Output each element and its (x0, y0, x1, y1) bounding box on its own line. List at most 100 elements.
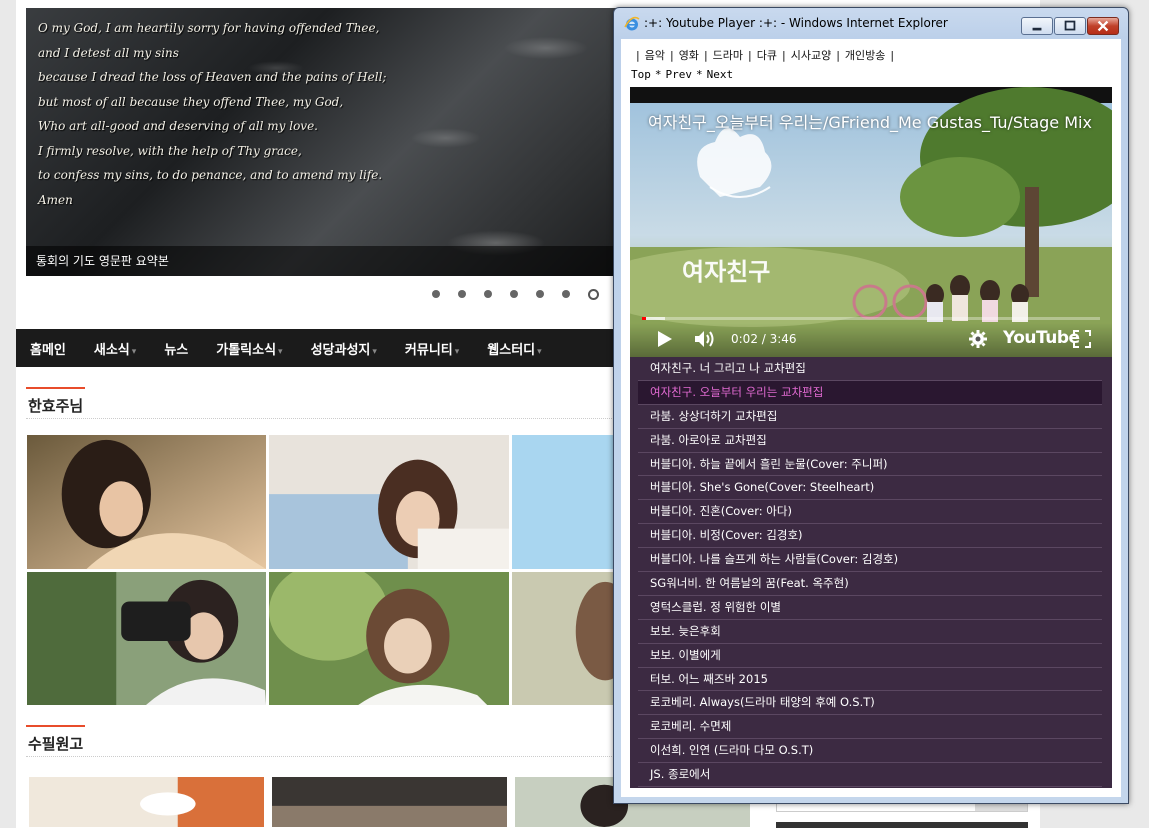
category-music[interactable]: 음악 (645, 49, 665, 62)
essay-thumbnail[interactable] (28, 776, 265, 828)
nav-label: 홈메인 (30, 342, 66, 358)
fullscreen-icon[interactable] (1073, 330, 1091, 348)
gallery-photo[interactable] (511, 571, 616, 706)
nav-item-news[interactable]: 뉴스 (150, 339, 202, 358)
playlist-item[interactable]: 터보. 어느 째즈바 2015 (638, 668, 1102, 692)
category-drama[interactable]: 드라마 (713, 49, 743, 62)
chevron-down-icon: ▾ (131, 346, 137, 357)
nav-star: * (654, 68, 662, 81)
nav-item-churches[interactable]: 성당과성지 ▾ (297, 339, 391, 358)
section-divider (26, 418, 616, 419)
prayer-line: to confess my sins, to do penance, and t… (38, 168, 383, 182)
menu-separator: | (703, 49, 708, 62)
chevron-down-icon: ▾ (278, 346, 283, 357)
menu-separator: | (636, 49, 640, 62)
playlist-item[interactable]: 로코베리. 수면제 (638, 715, 1102, 740)
menu-separator: | (669, 49, 674, 62)
sidebar-image (776, 822, 1028, 828)
video-title[interactable]: 여자친구_오늘부터 우리는/GFriend_Me Gustas_Tu/Stage… (648, 109, 1092, 133)
top-link[interactable]: Top (631, 68, 651, 81)
slider-dot[interactable] (432, 290, 440, 298)
player-controls: 0:02 / 3:46 YouTube (630, 323, 1112, 357)
playlist-item[interactable]: 버블디아. She's Gone(Cover: Steelheart) (638, 476, 1102, 501)
category-menu: | 음악 | 영화 | 드라마 | 다큐 | 시사교양 | 개인방송 | (631, 47, 899, 63)
playlist-item[interactable]: JS. 종로에서 (638, 763, 1102, 788)
prayer-line: and I detest all my sins (38, 45, 179, 60)
playlist-item[interactable]: 여자친구. 너 그리고 나 교차편집 (638, 357, 1102, 381)
slider-dot[interactable] (484, 290, 492, 298)
playlist-item[interactable]: 라붐. 상상더하기 교차편집 (638, 405, 1102, 429)
maximize-icon (1064, 20, 1076, 31)
playlist-item[interactable]: 버블디아. 하늘 끝에서 흘린 눈물(Cover: 주니퍼) (638, 453, 1102, 477)
menu-separator: | (890, 49, 895, 62)
playlist-item[interactable]: 보보. 이별에게 (638, 644, 1102, 668)
slider-dot[interactable] (562, 290, 570, 298)
prayer-line: because I dread the loss of Heaven and t… (38, 70, 387, 84)
playlist-item[interactable]: 로코베리. Always(드라마 태양의 후예 O.S.T) (638, 691, 1102, 716)
slider-caption: 통회의 기도 영문판 요약본 (26, 246, 626, 276)
category-movie[interactable]: 영화 (679, 49, 699, 62)
playlist-item[interactable]: 보보. 늦은후회 (638, 620, 1102, 644)
slider-dot[interactable] (510, 290, 518, 298)
playlist-item[interactable]: 영턱스클럽. 정 위험한 이별 (638, 596, 1102, 620)
window-title: :+: Youtube Player :+: - Windows Interne… (644, 16, 948, 30)
nav-label: 새소식 (93, 342, 130, 358)
playlist-item[interactable]: 버블디아. 비정(Cover: 김경호) (638, 524, 1102, 549)
gallery-photo[interactable] (26, 571, 267, 706)
close-button[interactable] (1087, 17, 1119, 35)
playlist-item-active[interactable]: 여자친구. 오늘부터 우리는 교차편집 (638, 380, 1102, 405)
nav-item-news-updates[interactable]: 새소식 ▾ (80, 339, 150, 358)
menu-separator: | (836, 49, 840, 62)
nav-item-community[interactable]: 커뮤니티 ▾ (391, 339, 473, 358)
next-link[interactable]: Next (707, 68, 734, 81)
prayer-line: Who art all-good and deserving of all my… (38, 119, 318, 133)
slider-pagination (432, 288, 599, 300)
youtube-logo[interactable]: YouTube (1003, 328, 1080, 348)
youtube-player[interactable]: 여자친구 여자친구_오늘부터 우리는/GFriend_Me Gustas_Tu/… (630, 87, 1112, 357)
nav-label: 가톨릭소식 (216, 342, 277, 358)
playlist-item[interactable]: 라붐. 아로아로 교차편집 (638, 429, 1102, 453)
window-titlebar[interactable]: :+: Youtube Player :+: - Windows Interne… (614, 8, 1128, 38)
progress-bar[interactable] (642, 317, 1100, 320)
minimize-button[interactable] (1021, 17, 1053, 35)
nav-item-home[interactable]: 홈메인 (16, 339, 80, 358)
category-current-affairs[interactable]: 시사교양 (791, 49, 831, 62)
nav-item-catholic-news[interactable]: 가톨릭소식 ▾ (202, 339, 296, 358)
main-navigation: 홈메인 새소식 ▾ 뉴스 가톨릭소식 ▾ 성당과성지 ▾ 커뮤니티 ▾ 웹스터디 ▾ (16, 329, 616, 367)
prayer-line: I firmly resolve, with the help of Thy g… (38, 143, 302, 158)
maximize-button[interactable] (1054, 17, 1086, 35)
chevron-down-icon: ▾ (372, 346, 377, 357)
slider-dot[interactable] (458, 290, 466, 298)
nav-item-webstudy[interactable]: 웹스터디 ▾ (473, 339, 555, 358)
playlist-item[interactable]: 버블디아. 진혼(Cover: 아다) (638, 500, 1102, 525)
volume-icon[interactable] (694, 330, 716, 348)
gallery-photo[interactable] (268, 434, 510, 570)
prev-link[interactable]: Prev (666, 68, 693, 81)
gallery-photo[interactable] (511, 434, 616, 570)
ie-popup-window[interactable]: :+: Youtube Player :+: - Windows Interne… (613, 7, 1129, 804)
category-documentary[interactable]: 다큐 (757, 49, 777, 62)
internet-explorer-icon (624, 16, 640, 31)
nav-star: * (696, 68, 703, 81)
playlist-item[interactable]: 이선희. 인연 (드라마 다모 O.S.T) (638, 739, 1102, 764)
category-personal-broadcast[interactable]: 개인방송 (845, 49, 885, 62)
minimize-icon (1032, 27, 1042, 31)
playlist-item[interactable]: SG워너비. 한 여름날의 꿈(Feat. 옥주현) (638, 572, 1102, 596)
nav-label: 성당과성지 (310, 342, 371, 358)
slider-dot[interactable] (536, 290, 544, 298)
slider-dot-active[interactable] (588, 288, 599, 300)
gallery-photo[interactable] (268, 571, 510, 706)
play-icon[interactable] (656, 330, 674, 348)
prayer-line: O my God, I am heartily sorry for having… (38, 21, 380, 35)
nav-label: 커뮤니티 (404, 342, 453, 358)
image-slider[interactable]: O my God, I am heartily sorry for having… (26, 8, 626, 276)
nav-label: 뉴스 (164, 342, 189, 358)
prayer-line: Amen (38, 192, 73, 207)
playlist-nav: Top * Prev * Next (631, 68, 733, 81)
gallery-photo[interactable] (26, 434, 267, 570)
gear-icon[interactable] (968, 329, 988, 349)
essay-thumbnail[interactable] (271, 776, 508, 828)
section-divider (26, 756, 616, 757)
playlist-item[interactable]: 버블디아. 나를 슬프게 하는 사람들(Cover: 김경호) (638, 548, 1102, 573)
close-icon (1097, 20, 1109, 32)
